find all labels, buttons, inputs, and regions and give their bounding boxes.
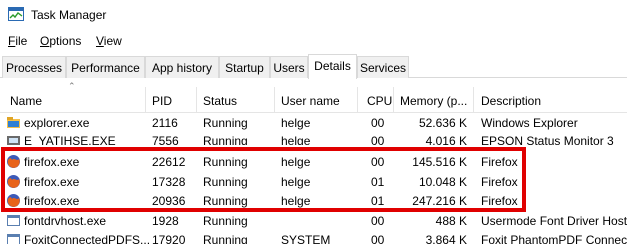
process-name: explorer.exe	[24, 116, 90, 130]
process-name: E_YATIHSE.EXE	[24, 134, 116, 145]
printer-monitor-icon	[7, 136, 20, 145]
process-user: helge	[281, 194, 311, 208]
process-pid: 7556	[152, 134, 179, 145]
menu-bar: File Options View	[0, 31, 627, 51]
column-header-name[interactable]: Name	[10, 94, 42, 108]
process-description: Windows Explorer	[481, 116, 578, 130]
column-header-description[interactable]: Description	[481, 94, 541, 108]
process-memory: 3.864 K	[425, 233, 467, 244]
tab-strip: Processes Performance App history Startu…	[0, 54, 627, 79]
process-pid: 17328	[152, 175, 186, 189]
process-description: Firefox	[481, 194, 518, 208]
app-window-icon	[7, 215, 20, 226]
process-cpu: 00	[371, 116, 385, 130]
process-name: firefox.exe	[24, 155, 80, 169]
process-user: helge	[281, 116, 311, 130]
process-status: Running	[203, 214, 248, 228]
process-memory: 4.016 K	[425, 134, 467, 145]
menu-view[interactable]: View	[96, 34, 122, 48]
firefox-icon	[7, 155, 20, 168]
column-divider[interactable]	[393, 87, 394, 113]
column-divider[interactable]	[274, 87, 275, 113]
process-user: helge	[281, 175, 311, 189]
firefox-icon	[7, 175, 20, 188]
process-description: Usermode Font Driver Host	[481, 214, 627, 228]
tab-processes[interactable]: Processes	[2, 56, 66, 78]
column-header-status[interactable]: Status	[203, 94, 237, 108]
table-row[interactable]: firefox.exe 22612 Running helge 00 145.5…	[0, 152, 627, 172]
process-pid: 20936	[152, 194, 186, 208]
process-user: helge	[281, 134, 311, 145]
sort-ascending-icon: ⌃	[68, 81, 76, 91]
process-pid: 1928	[152, 214, 179, 228]
process-cpu: 00	[371, 214, 385, 228]
process-name: FoxitConnectedPDFS...	[24, 233, 151, 244]
process-user: helge	[281, 155, 311, 169]
column-divider[interactable]	[357, 87, 358, 113]
column-divider[interactable]	[145, 87, 146, 113]
process-cpu: 00	[371, 134, 385, 145]
process-memory: 247.216 K	[412, 194, 467, 208]
process-description: Firefox	[481, 175, 518, 189]
menu-options[interactable]: Options	[40, 34, 81, 48]
process-cpu: 00	[371, 155, 385, 169]
tab-app-history[interactable]: App history	[145, 56, 219, 78]
process-cpu: 01	[371, 194, 385, 208]
tab-details[interactable]: Details	[308, 54, 357, 79]
process-pid: 22612	[152, 155, 186, 169]
tab-performance[interactable]: Performance	[66, 56, 145, 78]
column-header-pid[interactable]: PID	[152, 94, 172, 108]
column-divider[interactable]	[473, 87, 474, 113]
process-pid: 2116	[152, 116, 178, 130]
table-row[interactable]: firefox.exe 17328 Running helge 01 10.04…	[0, 172, 627, 192]
app-window-icon	[7, 234, 20, 244]
process-name: fontdrvhost.exe	[24, 214, 107, 228]
process-pid: 17920	[152, 233, 186, 244]
folder-icon	[7, 117, 20, 128]
tab-users[interactable]: Users	[270, 56, 308, 78]
process-cpu: 01	[371, 175, 385, 189]
table-row[interactable]: firefox.exe 20936 Running helge 01 247.2…	[0, 191, 627, 211]
tab-services[interactable]: Services	[357, 56, 409, 78]
tab-startup[interactable]: Startup	[219, 56, 270, 78]
process-memory: 10.048 K	[418, 175, 467, 189]
process-status: Running	[203, 175, 248, 189]
process-description: Firefox	[481, 155, 518, 169]
task-manager-icon	[8, 7, 24, 21]
process-memory: 52.636 K	[418, 116, 467, 130]
process-status: Running	[203, 155, 248, 169]
process-name: firefox.exe	[24, 175, 80, 189]
process-memory: 488 K	[435, 214, 467, 228]
process-description: Foxit PhantomPDF Connec	[481, 233, 627, 244]
menu-file[interactable]: File	[8, 34, 27, 48]
process-name: firefox.exe	[24, 194, 80, 208]
column-divider[interactable]	[196, 87, 197, 113]
column-header-user-name[interactable]: User name	[281, 94, 340, 108]
process-memory: 145.516 K	[412, 155, 467, 169]
column-header-memory[interactable]: Memory (p...	[400, 94, 467, 108]
process-status: Running	[203, 116, 248, 130]
table-row[interactable]: explorer.exe 2116 Running helge 00 52.63…	[0, 113, 627, 133]
title-bar[interactable]: Task Manager	[0, 0, 627, 30]
process-status: Running	[203, 134, 248, 145]
process-status: Running	[203, 233, 248, 244]
process-user: SYSTEM	[281, 233, 331, 244]
window-title: Task Manager	[31, 8, 107, 22]
table-row[interactable]: fontdrvhost.exe 1928 Running 00 488 K Us…	[0, 211, 627, 231]
details-table: ⌃ Name PID Status User name CPU Memory (…	[0, 79, 627, 244]
process-cpu: 00	[371, 233, 385, 244]
column-header-cpu[interactable]: CPU	[367, 94, 392, 108]
process-status: Running	[203, 194, 248, 208]
table-header: ⌃ Name PID Status User name CPU Memory (…	[0, 79, 627, 113]
table-row[interactable]: E_YATIHSE.EXE 7556 Running helge 00 4.01…	[0, 131, 627, 145]
table-row[interactable]: FoxitConnectedPDFS... 17920 Running SYST…	[0, 230, 627, 244]
firefox-icon	[7, 194, 20, 207]
process-description: EPSON Status Monitor 3	[481, 134, 614, 145]
